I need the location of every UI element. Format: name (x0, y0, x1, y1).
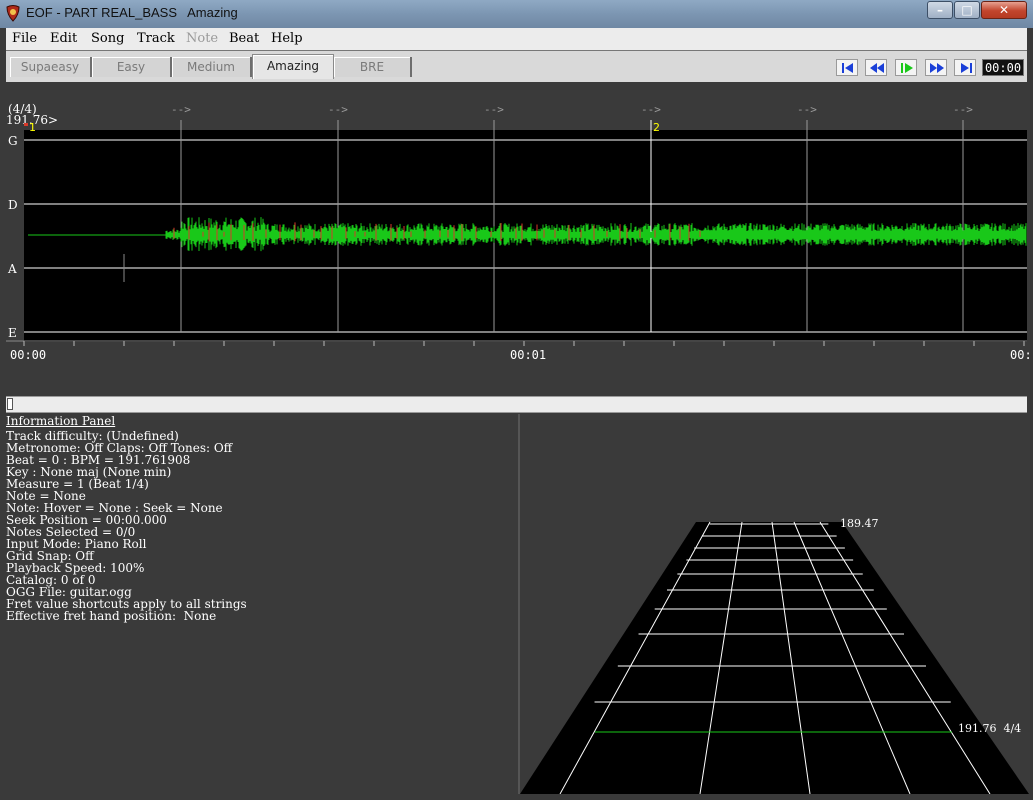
play-icon (901, 63, 913, 73)
menu-beat[interactable]: Beat (229, 31, 259, 46)
menu-file[interactable]: File (12, 31, 37, 46)
measure-flag-1 (24, 123, 28, 126)
information-panel: Information Panel Track difficulty: (Und… (6, 414, 516, 794)
timeline-scrollbar[interactable] (6, 396, 1027, 413)
fretboard-highway (520, 521, 1029, 794)
measure-marker-1: 1 (29, 121, 36, 134)
tab-medium[interactable]: Medium (172, 57, 252, 77)
beat-arrow: --> (328, 103, 348, 116)
skip-to-start-button[interactable] (836, 59, 858, 76)
beat-arrow: --> (171, 103, 191, 116)
fretboard-far-label: 189.47 (840, 517, 879, 530)
beat-arrow: --> (641, 103, 661, 116)
beat-arrow: --> (953, 103, 973, 116)
string-label-e: E (8, 326, 17, 340)
tab-easy[interactable]: Easy (92, 57, 172, 77)
rewind-button[interactable] (865, 59, 887, 76)
title-bar: EOF - PART REAL_BASS Amazing – □ ✕ (0, 0, 1033, 28)
beat-arrow: --> (484, 103, 504, 116)
fast-forward-icon (930, 63, 944, 73)
fast-forward-button[interactable] (925, 59, 947, 76)
skip-to-start-icon (842, 63, 853, 73)
maximize-button[interactable]: □ (954, 1, 980, 19)
time-display: 00:00 (982, 59, 1024, 76)
string-label-g: G (8, 134, 18, 148)
rewind-icon (870, 63, 884, 73)
timecode-2s: 00: (1010, 348, 1032, 362)
menu-help[interactable]: Help (271, 31, 303, 46)
timecode-start: 00:00 (10, 348, 47, 362)
beat-arrow: --> (797, 103, 817, 116)
tab-bre[interactable]: BRE (334, 57, 412, 77)
scrollbar-thumb[interactable] (7, 398, 13, 410)
menu-note[interactable]: Note (186, 31, 218, 46)
string-label-a: A (8, 262, 17, 276)
tab-amazing[interactable]: Amazing (252, 54, 334, 79)
info-panel-title: Information Panel (6, 414, 116, 428)
menu-song[interactable]: Song (91, 31, 124, 46)
skip-to-end-button[interactable] (954, 59, 976, 76)
piano-roll-editor[interactable]: (4/4) 191.76> --> --> --> --> --> --> 1 2 G D A… (6, 82, 1032, 394)
measure-marker-2: 2 (653, 121, 660, 134)
play-button[interactable] (895, 59, 917, 76)
menu-bar: File Edit Song Track Note Beat Help (6, 28, 1027, 51)
timecode-1s: 00:01 (510, 348, 547, 362)
fretboard-3d-preview: 189.47 191.76 4/4 (518, 414, 1029, 794)
info-line: Effective fret hand position: None (6, 609, 217, 623)
menu-edit[interactable]: Edit (50, 31, 77, 46)
app-guitar-pick-icon (6, 5, 20, 22)
menu-track[interactable]: Track (137, 31, 175, 46)
minimize-button[interactable]: – (927, 1, 953, 19)
window-title: EOF - PART REAL_BASS Amazing (26, 5, 238, 20)
tab-supaeasy[interactable]: Supaeasy (10, 57, 92, 77)
skip-to-end-icon (961, 63, 972, 73)
string-label-d: D (8, 198, 18, 212)
info-panel-lines: Track difficulty: (Undefined) Metronome: … (6, 430, 247, 622)
fretboard-near-label: 191.76 4/4 (958, 722, 1022, 735)
close-button[interactable]: ✕ (981, 1, 1027, 19)
